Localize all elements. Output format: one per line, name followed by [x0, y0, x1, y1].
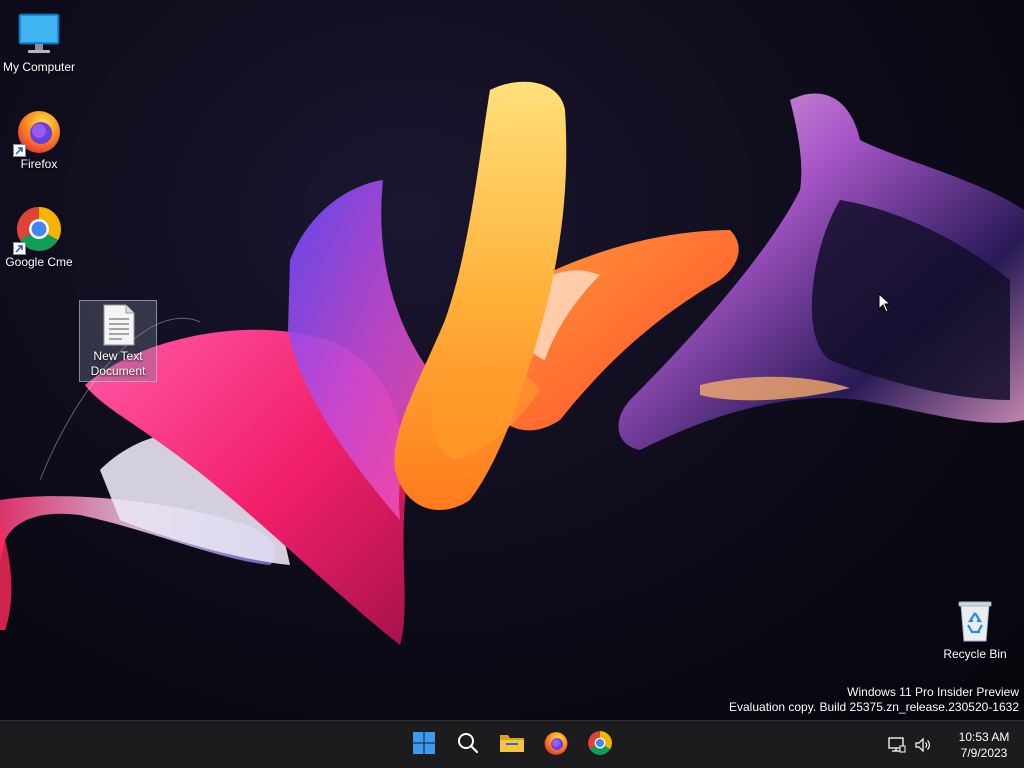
- mouse-cursor-icon: [878, 293, 892, 313]
- folder-icon: [499, 731, 525, 760]
- firefox-icon: [13, 107, 63, 157]
- desktop-icon-label: Firefox: [20, 157, 58, 171]
- system-tray: 10:53 AM 7/9/2023: [884, 721, 1024, 768]
- clock-date: 7/9/2023: [960, 745, 1008, 760]
- search-icon: [456, 731, 480, 760]
- windows-start-icon: [412, 731, 436, 760]
- speaker-icon[interactable]: [913, 735, 933, 755]
- recycle-bin-icon: [951, 597, 999, 645]
- watermark-line2: Evaluation copy. Build 25375.zn_release.…: [729, 700, 1019, 714]
- taskbar-firefox-button[interactable]: [538, 727, 574, 763]
- network-icon[interactable]: [887, 735, 907, 755]
- chrome-icon: [587, 730, 613, 761]
- desktop-icon-new-text-document[interactable]: New Text Document: [79, 300, 157, 382]
- monitor-icon: [15, 10, 63, 58]
- desktop-icon-label-line2: Document: [90, 364, 146, 378]
- desktop-icon-label: Recycle Bin: [943, 647, 1007, 661]
- taskbar-file-explorer-button[interactable]: [494, 727, 530, 763]
- desktop-icon-recycle-bin[interactable]: Recycle Bin: [936, 595, 1014, 662]
- taskbar-search-button[interactable]: [450, 727, 486, 763]
- desktop-icon-label: My Computer: [2, 60, 76, 74]
- desktop-icon-label-line1: New Text: [93, 349, 143, 363]
- taskbar-clock[interactable]: 10:53 AM 7/9/2023: [948, 729, 1020, 761]
- desktop-icon-chrome[interactable]: Google Cme: [0, 203, 78, 270]
- chrome-icon: [13, 205, 63, 255]
- text-document-icon: [94, 303, 142, 347]
- taskbar: 10:53 AM 7/9/2023: [0, 720, 1024, 768]
- taskbar-start-button[interactable]: [406, 727, 442, 763]
- desktop-icon-firefox[interactable]: Firefox: [0, 105, 78, 172]
- desktop-icon-my-computer[interactable]: My Computer: [0, 8, 78, 75]
- evaluation-watermark: Windows 11 Pro Insider Preview Evaluatio…: [729, 685, 1019, 715]
- shortcut-arrow-icon: [13, 242, 26, 255]
- taskbar-chrome-button[interactable]: [582, 727, 618, 763]
- firefox-icon: [543, 730, 569, 761]
- watermark-line1: Windows 11 Pro Insider Preview: [847, 685, 1019, 699]
- desktop[interactable]: My Computer Firefox Google Cme New Text …: [0, 0, 1024, 720]
- desktop-icon-label: Google Cme: [5, 255, 73, 269]
- shortcut-arrow-icon: [13, 144, 26, 157]
- clock-time: 10:53 AM: [958, 729, 1010, 744]
